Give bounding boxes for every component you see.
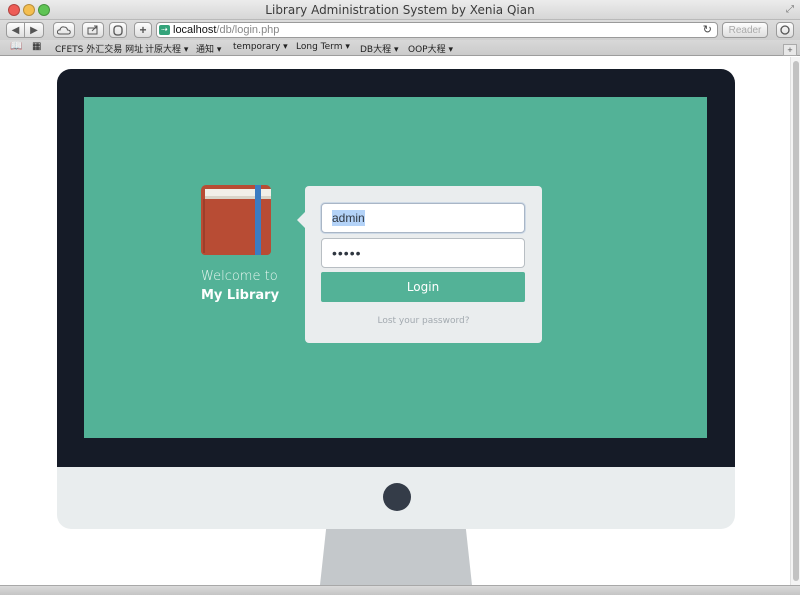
url-text: localhost/db/login.php: [173, 24, 279, 36]
cloud-icon: [57, 25, 71, 34]
username-value: admin: [332, 210, 365, 226]
card-pointer: [297, 212, 305, 228]
scrollbar-thumb[interactable]: [793, 61, 799, 581]
login-button[interactable]: Login: [321, 272, 525, 302]
vertical-scrollbar[interactable]: [790, 57, 800, 585]
monitor-chin: [57, 467, 735, 529]
bookmark-folder[interactable]: temporary ▾: [233, 42, 288, 52]
password-mask: •••••: [332, 245, 362, 261]
url-path: /db/login.php: [216, 24, 280, 36]
address-bar[interactable]: ⇢ localhost/db/login.php ↻: [156, 22, 718, 38]
bookmark-folder[interactable]: Long Term ▾: [296, 42, 350, 52]
add-tab-icon[interactable]: +: [783, 44, 797, 56]
new-tab-button[interactable]: +: [134, 22, 152, 38]
reader-button[interactable]: Reader: [722, 22, 768, 38]
shield-icon: [113, 24, 123, 36]
bookmark-folder[interactable]: DB大程 ▾: [360, 42, 398, 55]
forward-button[interactable]: ▶: [25, 22, 44, 38]
username-input[interactable]: admin: [321, 203, 525, 233]
bookmark-item[interactable]: CFETS 外汇交易 网址: [55, 42, 143, 55]
bookmark-folder[interactable]: 通知 ▾: [196, 42, 221, 55]
monitor-stand: [320, 529, 472, 585]
top-sites-button[interactable]: [109, 22, 127, 38]
lost-password-link[interactable]: Lost your password?: [305, 316, 542, 326]
icloud-tabs-button[interactable]: [53, 22, 75, 38]
bookmark-folder[interactable]: 计原大程 ▾: [145, 42, 188, 55]
fullscreen-icon[interactable]: ⤢: [786, 4, 794, 15]
back-arrow-icon: ◀: [11, 24, 20, 36]
password-input[interactable]: •••••: [321, 238, 525, 268]
browser-toolbar: ◀ ▶ + ⇢ localhost/db/login.php ↻ Reader: [0, 20, 800, 40]
bookmarks-bar: 📖 ▦ CFETS 外汇交易 网址 计原大程 ▾ 通知 ▾ temporary …: [0, 40, 800, 56]
download-icon: [780, 25, 790, 35]
url-host: localhost: [173, 24, 217, 36]
top-sites-grid-icon[interactable]: ▦: [32, 41, 41, 52]
power-button: [383, 483, 411, 511]
bookmark-folder[interactable]: OOP大程 ▾: [408, 42, 453, 55]
back-button[interactable]: ◀: [6, 22, 25, 38]
share-icon: [87, 25, 98, 35]
page-content: Welcome to My Library admin ••••• Login …: [0, 57, 790, 585]
library-name: My Library: [201, 288, 280, 303]
downloads-button[interactable]: [776, 22, 794, 38]
reading-list-icon[interactable]: 📖: [10, 41, 22, 52]
site-favicon-icon: ⇢: [159, 25, 170, 35]
book-icon: [201, 185, 271, 255]
status-bar: [0, 585, 800, 595]
share-button[interactable]: [82, 22, 104, 38]
login-card: admin ••••• Login Lost your password?: [297, 186, 542, 343]
window-titlebar: Library Administration System by Xenia Q…: [0, 0, 800, 20]
welcome-text: Welcome to: [201, 269, 278, 284]
monitor-screen: Welcome to My Library admin ••••• Login …: [84, 97, 707, 438]
monitor-frame: Welcome to My Library admin ••••• Login …: [57, 69, 735, 469]
forward-arrow-icon: ▶: [30, 24, 38, 36]
reload-icon[interactable]: ↻: [703, 23, 712, 36]
window-title: Library Administration System by Xenia Q…: [265, 3, 535, 17]
